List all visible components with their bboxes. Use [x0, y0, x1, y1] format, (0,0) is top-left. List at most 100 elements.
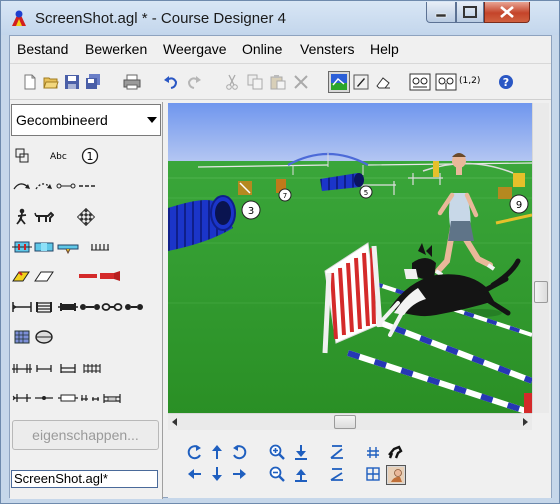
menu-bestand[interactable]: Bestand	[17, 41, 68, 57]
eraser-icon[interactable]	[373, 72, 393, 92]
3d-view-icon[interactable]	[328, 71, 350, 93]
delete-icon[interactable]	[291, 72, 311, 92]
menu-vensters[interactable]: Vensters	[300, 41, 354, 57]
line-path-icon[interactable]	[54, 177, 78, 195]
menu-weergave[interactable]: Weergave	[163, 41, 227, 57]
step-jump-icon[interactable]	[78, 389, 102, 407]
title-bar[interactable]: ScreenShot.agl * - Course Designer 4	[1, 1, 559, 35]
oxer-jump-icon[interactable]	[78, 298, 102, 316]
pan-left-icon[interactable]	[186, 465, 204, 483]
weave-poles-icon[interactable]	[10, 238, 34, 256]
menu-online[interactable]: Online	[242, 41, 282, 57]
grid-view-icon[interactable]	[364, 465, 382, 483]
menu-bewerken[interactable]: Bewerken	[85, 41, 147, 57]
save-icon[interactable]	[62, 72, 82, 92]
checker-icon[interactable]	[74, 208, 98, 226]
scroll-left-icon[interactable]	[172, 418, 177, 426]
close-button[interactable]	[484, 2, 530, 23]
properties-button[interactable]: eigenschappen...	[12, 420, 159, 450]
lower-camera-icon[interactable]	[292, 443, 310, 461]
long-bar-icon[interactable]	[56, 389, 80, 407]
curve-path-icon[interactable]	[10, 177, 34, 195]
scroll-right-icon[interactable]	[523, 418, 528, 426]
dashed-line-icon[interactable]	[76, 177, 100, 195]
red-bar-icon[interactable]	[76, 267, 100, 285]
double-jump-icon[interactable]	[32, 298, 56, 316]
tilt-down-icon[interactable]	[328, 465, 346, 483]
rotate-left-icon[interactable]	[186, 443, 204, 461]
bar-jump-icon[interactable]	[32, 359, 56, 377]
text-tool-label[interactable]: Abc	[50, 152, 67, 162]
help-icon[interactable]: ?	[496, 72, 516, 92]
tunnel-icon[interactable]	[98, 267, 122, 285]
panel-grid-icon[interactable]	[10, 328, 34, 346]
weave-gates-icon[interactable]	[88, 238, 112, 256]
toolbar: (1,2) ?	[10, 64, 551, 100]
number-tool-icon[interactable]: 1	[78, 147, 102, 165]
save-all-icon[interactable]	[83, 72, 103, 92]
pan-up-icon[interactable]	[208, 443, 226, 461]
horizontal-scrollbar[interactable]	[168, 413, 532, 430]
a-frame-icon[interactable]	[10, 267, 34, 285]
raise-camera-icon[interactable]	[292, 465, 310, 483]
maximize-icon	[463, 6, 477, 18]
dogwalk-icon[interactable]	[32, 238, 56, 256]
pen-icon[interactable]	[351, 72, 371, 92]
box-jump-icon[interactable]	[100, 389, 124, 407]
handler-camera-icon[interactable]	[386, 465, 406, 485]
print-icon[interactable]	[122, 72, 142, 92]
undo-icon[interactable]	[161, 72, 181, 92]
minimize-icon	[435, 13, 447, 18]
group-tool-icon[interactable]	[10, 147, 34, 165]
svg-text:1: 1	[87, 150, 94, 163]
winged-jump-icon[interactable]	[10, 359, 34, 377]
menu-bar: Bestand Bewerken Weergave Online Venster…	[10, 36, 551, 62]
pan-right-icon[interactable]	[230, 465, 248, 483]
category-select[interactable]: Gecombineerd	[11, 104, 161, 136]
vertical-scrollbar[interactable]	[532, 103, 549, 413]
camera-controls	[168, 432, 551, 498]
cut-icon[interactable]	[222, 72, 242, 92]
client-area: Bestand Bewerken Weergave Online Venster…	[9, 35, 552, 499]
numbering-icon[interactable]	[408, 72, 432, 92]
copy-icon[interactable]	[245, 72, 265, 92]
vertical-scroll-thumb[interactable]	[534, 281, 548, 303]
single-jump-icon[interactable]	[10, 298, 34, 316]
tilt-up-icon[interactable]	[328, 443, 346, 461]
open-icon[interactable]	[41, 72, 61, 92]
wall-jump-icon[interactable]	[56, 298, 80, 316]
seesaw-icon[interactable]	[56, 238, 80, 256]
dashed-curve-icon[interactable]	[32, 177, 56, 195]
triple-bar-icon[interactable]	[56, 359, 80, 377]
zoom-out-icon[interactable]	[268, 465, 286, 483]
maximize-button[interactable]	[456, 2, 484, 23]
paste-icon[interactable]	[268, 72, 288, 92]
file-name-field[interactable]: ScreenShot.agl*	[11, 470, 158, 488]
menu-help[interactable]: Help	[370, 41, 399, 57]
pan-down-icon[interactable]	[208, 465, 226, 483]
dog-camera-icon[interactable]	[386, 443, 404, 461]
new-icon[interactable]	[20, 72, 40, 92]
zoom-in-icon[interactable]	[268, 443, 286, 461]
panel-jump-icon[interactable]	[80, 359, 104, 377]
svg-text:3: 3	[248, 206, 254, 217]
svg-text:9: 9	[516, 200, 522, 211]
window-title: ScreenShot.agl * - Course Designer 4	[35, 10, 286, 27]
horizontal-scroll-thumb[interactable]	[334, 415, 356, 429]
dog-icon[interactable]	[32, 208, 56, 226]
course-scene: 3 7 5 9	[168, 103, 532, 413]
renumber-icon[interactable]	[434, 72, 458, 92]
handler-icon[interactable]	[10, 208, 34, 226]
tire-jump-icon[interactable]	[32, 328, 56, 346]
short-bar-icon[interactable]	[32, 389, 56, 407]
spread-jump-icon[interactable]	[122, 298, 146, 316]
tire-pair-icon[interactable]	[100, 298, 124, 316]
redo-icon[interactable]	[184, 72, 204, 92]
wing-pair-icon[interactable]	[10, 389, 34, 407]
grid-toggle-icon[interactable]	[364, 443, 382, 461]
table-icon[interactable]	[32, 267, 56, 285]
rotate-right-icon[interactable]	[230, 443, 248, 461]
svg-text:?: ?	[503, 76, 509, 89]
minimize-button[interactable]	[426, 2, 456, 23]
3d-course-view[interactable]: 3 7 5 9	[168, 103, 532, 413]
